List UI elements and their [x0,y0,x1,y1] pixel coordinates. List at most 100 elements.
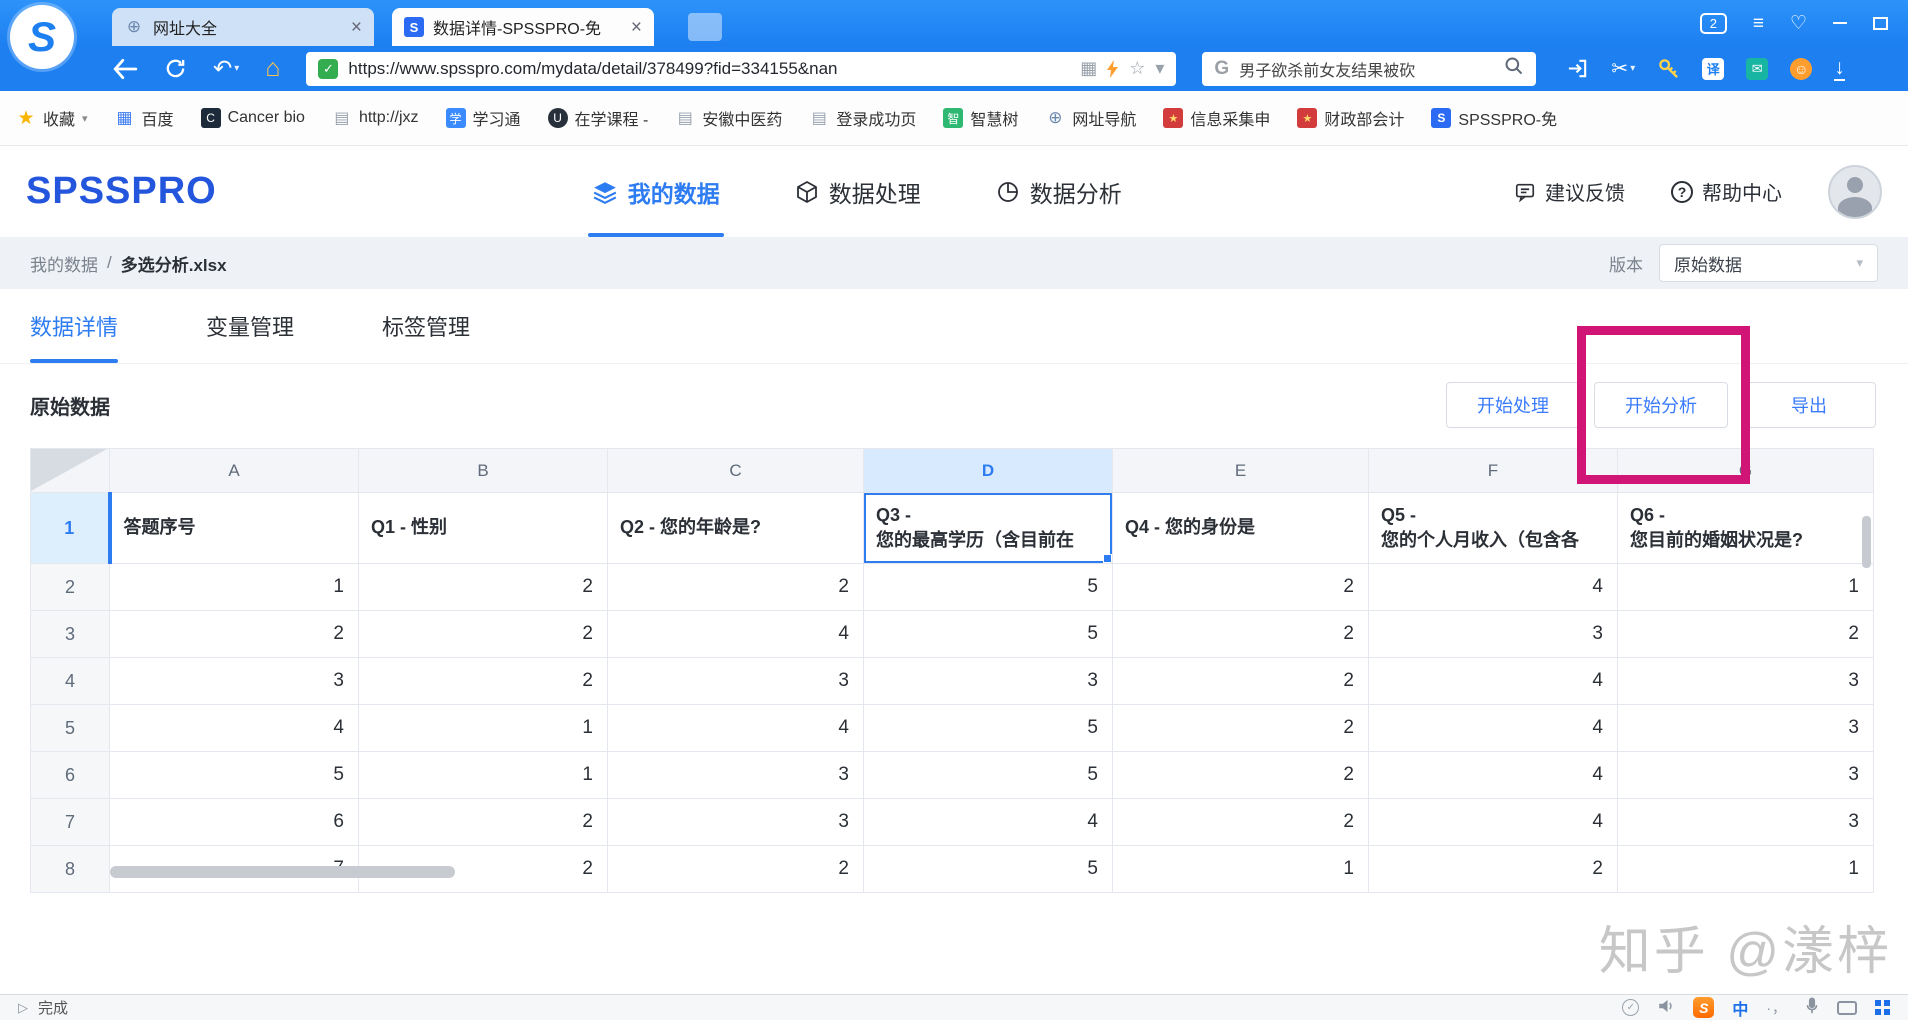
cell-F7[interactable]: 4 [1369,799,1618,846]
cell-C2[interactable]: 2 [608,564,864,611]
cell-D3[interactable]: 5 [864,611,1113,658]
cell-G8[interactable]: 1 [1618,846,1874,893]
back-button[interactable] [112,58,138,80]
cell-E6[interactable]: 2 [1113,752,1369,799]
cell-B3[interactable]: 2 [359,611,608,658]
cell-G3[interactable]: 2 [1618,611,1874,658]
search-icon[interactable] [1504,56,1524,81]
column-header-B[interactable]: B [359,449,608,493]
row-header-5[interactable]: 5 [31,705,110,752]
nav-data-processing[interactable]: 数据处理 [795,146,921,237]
cell-G7[interactable]: 3 [1618,799,1874,846]
start-analysis-button[interactable]: 开始分析 [1594,382,1728,428]
help-center-link[interactable]: ? 帮助中心 [1671,177,1782,206]
version-select[interactable]: 原始数据 ▾ [1659,244,1878,282]
cell-F1[interactable]: Q5 - 您的个人月收入（包含各 [1369,493,1618,564]
cell-C7[interactable]: 3 [608,799,864,846]
cell-D5[interactable]: 5 [864,705,1113,752]
avatar[interactable] [1828,165,1882,219]
cell-A6[interactable]: 5 [110,752,359,799]
bookmark-8[interactable]: 登录成功页 [809,106,916,130]
cell-B4[interactable]: 2 [359,658,608,705]
bookmark-7[interactable]: 安徽中医药 [675,106,782,130]
ime-punctuation-toggle[interactable]: ·， [1766,998,1787,1018]
row-header-3[interactable]: 3 [31,611,110,658]
browser-tab-spsspro[interactable]: S 数据详情-SPSSPRO-免 × [392,8,654,46]
nav-data-analysis[interactable]: 数据分析 [996,146,1122,237]
cell-C4[interactable]: 3 [608,658,864,705]
sogou-ime-icon[interactable]: S [1693,997,1714,1018]
bookmark-10[interactable]: 网址导航 [1045,106,1136,130]
column-header-D[interactable]: D [864,449,1113,493]
spsspro-logo[interactable]: SPSSPRO [26,170,217,213]
cell-A5[interactable]: 4 [110,705,359,752]
cell-B2[interactable]: 2 [359,564,608,611]
address-bar[interactable]: ✓ https://www.spsspro.com/mydata/detail/… [306,52,1176,86]
cell-C5[interactable]: 4 [608,705,864,752]
column-header-A[interactable]: A [110,449,359,493]
feedback-link[interactable]: 建议反馈 [1514,177,1625,206]
column-header-E[interactable]: E [1113,449,1369,493]
start-processing-button[interactable]: 开始处理 [1446,382,1580,428]
tab-data-detail[interactable]: 数据详情 [30,289,118,363]
qr-code-icon[interactable]: ▦ [1080,58,1097,79]
cell-G1[interactable]: Q6 - 您目前的婚姻状况是? [1618,493,1874,564]
restore-button[interactable] [1873,17,1888,30]
cell-E1[interactable]: Q4 - 您的身份是 [1113,493,1369,564]
bookmark-13[interactable]: SPSSPRO-免 [1431,106,1557,130]
cell-A2[interactable]: 1 [110,564,359,611]
cell-A1[interactable]: 答题序号 [110,493,359,564]
lightning-icon[interactable] [1107,60,1119,78]
cell-D2[interactable]: 5 [864,564,1113,611]
select-all-corner[interactable] [31,449,110,493]
browser-tab-home[interactable]: ⊕ 网址大全 × [112,8,374,46]
cell-A3[interactable]: 2 [110,611,359,658]
minimize-button[interactable] [1833,22,1847,24]
bookmark-11[interactable]: 信息采集申 [1163,106,1270,130]
refresh-button[interactable] [164,57,187,80]
cell-B1[interactable]: Q1 - 性别 [359,493,608,564]
row-header-6[interactable]: 6 [31,752,110,799]
cell-E3[interactable]: 2 [1113,611,1369,658]
undo-button[interactable]: ↶▾ [213,55,239,82]
selection-handle[interactable] [1103,554,1112,563]
cell-E7[interactable]: 2 [1113,799,1369,846]
row-header-4[interactable]: 4 [31,658,110,705]
bookmark-12[interactable]: 财政部会计 [1297,106,1404,130]
column-header-G[interactable]: G [1618,449,1874,493]
cell-A4[interactable]: 3 [110,658,359,705]
horizontal-scrollbar[interactable] [110,866,455,878]
tab-label-management[interactable]: 标签管理 [382,289,470,363]
bookmark-9[interactable]: 智慧树 [943,106,1018,130]
close-icon[interactable]: × [631,18,642,37]
cell-D1[interactable]: Q3 - 您的最高学历（含目前在 [864,493,1113,564]
bookmark-5[interactable]: 学习通 [446,106,521,130]
bookmark-1[interactable]: 收藏▾ [16,106,88,130]
tab-count-badge[interactable]: 2 [1700,13,1727,34]
key-icon[interactable] [1657,57,1680,80]
cell-G2[interactable]: 1 [1618,564,1874,611]
bookmark-4[interactable]: http://jxz [332,108,419,128]
ime-menu-grid-icon[interactable] [1875,1000,1890,1015]
cell-F4[interactable]: 4 [1369,658,1618,705]
cell-B5[interactable]: 1 [359,705,608,752]
translate-icon[interactable]: 译 [1702,58,1724,80]
nav-my-data[interactable]: 我的数据 [592,146,720,237]
cell-B6[interactable]: 1 [359,752,608,799]
row-header-8[interactable]: 8 [31,846,110,893]
speaker-icon[interactable] [1657,998,1675,1018]
bookmark-2[interactable]: 百度 [115,106,174,130]
cell-G4[interactable]: 3 [1618,658,1874,705]
search-box[interactable]: G 男子欲杀前女友结果被砍 [1202,52,1536,86]
microphone-icon[interactable] [1805,997,1819,1019]
cell-F2[interactable]: 4 [1369,564,1618,611]
cell-C3[interactable]: 4 [608,611,864,658]
column-header-F[interactable]: F [1369,449,1618,493]
vertical-scrollbar[interactable] [1862,516,1871,568]
bookmark-3[interactable]: Cancer bio [201,108,305,128]
bookmark-6[interactable]: 在学课程 - [548,106,649,130]
row-header-7[interactable]: 7 [31,799,110,846]
cell-C1[interactable]: Q2 - 您的年龄是? [608,493,864,564]
cell-E5[interactable]: 2 [1113,705,1369,752]
cell-B7[interactable]: 2 [359,799,608,846]
